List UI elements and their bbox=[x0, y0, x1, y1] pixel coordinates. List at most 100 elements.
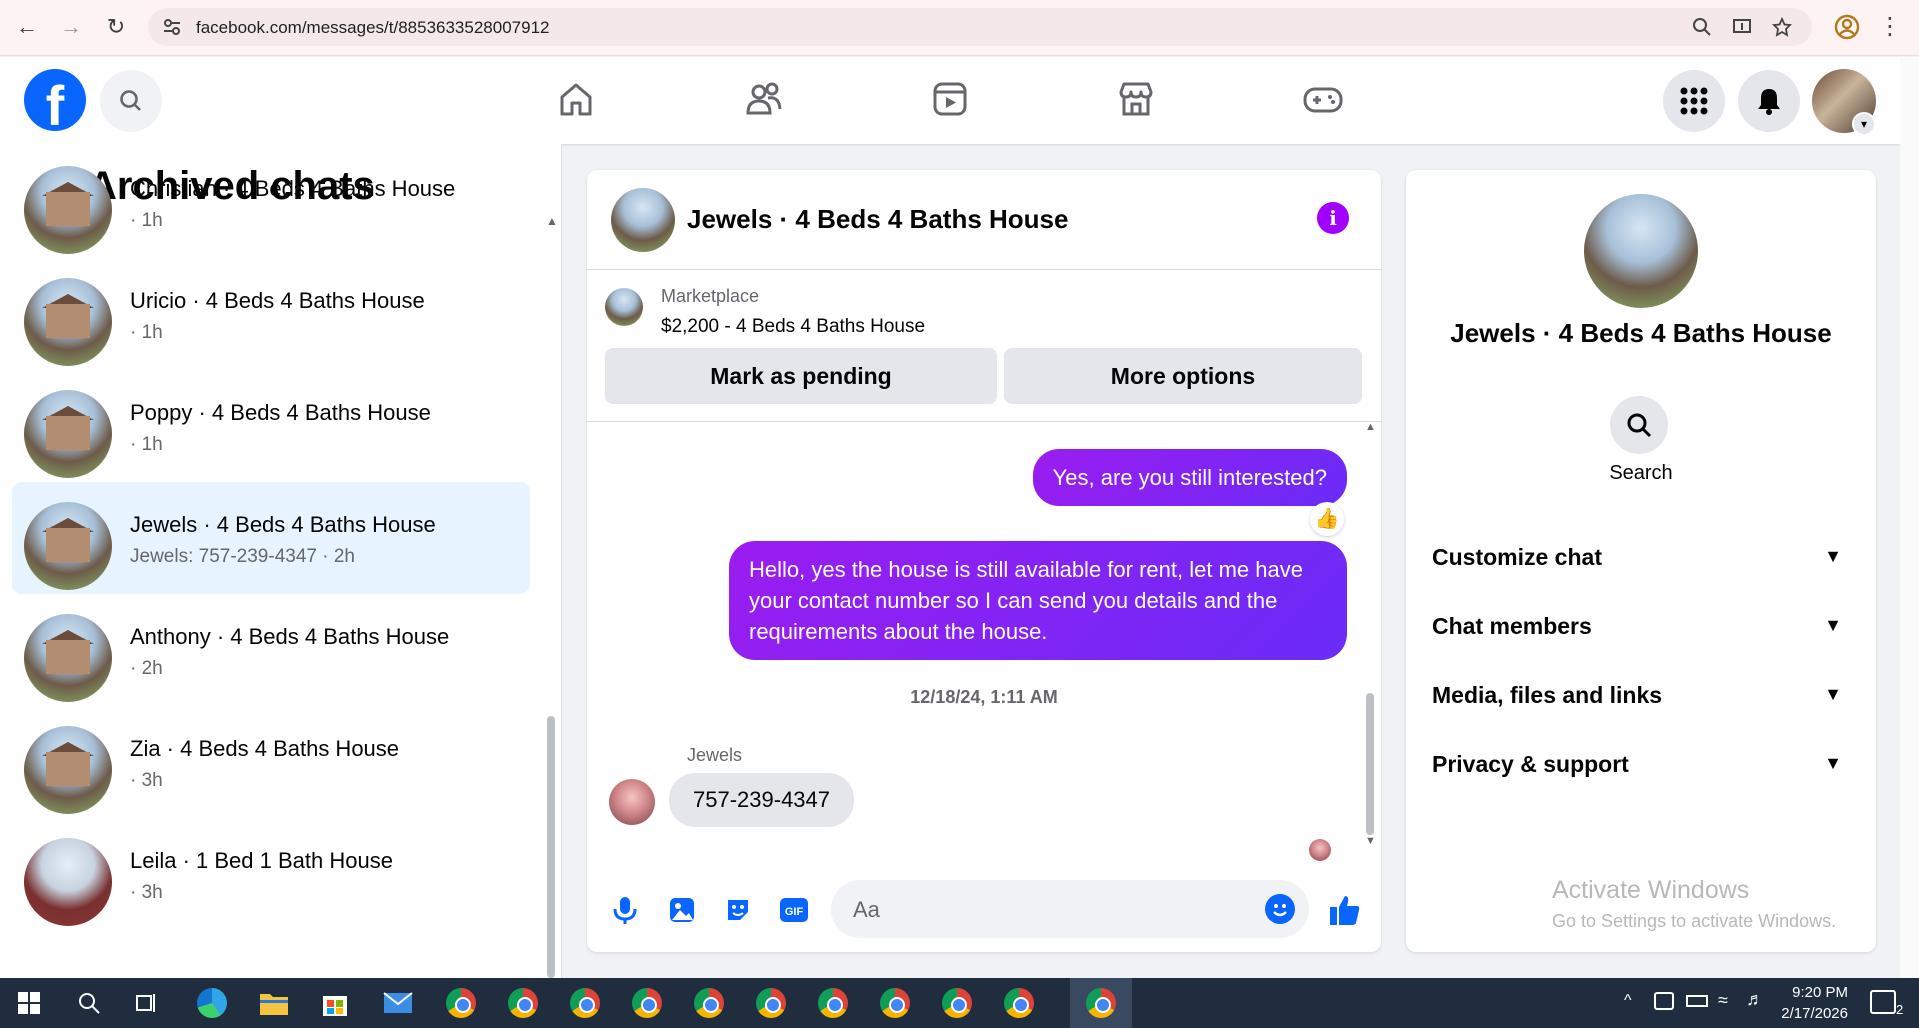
windows-start-icon[interactable] bbox=[12, 987, 46, 1019]
chrome-icon[interactable] bbox=[754, 987, 788, 1019]
tab-friends[interactable] bbox=[736, 74, 792, 124]
tray-app-icon[interactable] bbox=[1654, 992, 1674, 1010]
friends-icon bbox=[746, 82, 782, 115]
chrome-icon[interactable] bbox=[568, 987, 602, 1019]
back-icon[interactable]: ← bbox=[12, 12, 42, 42]
scroll-up-arrow-icon[interactable]: ▲ bbox=[546, 214, 558, 228]
media-files-links-section[interactable]: Media, files and links ▼ bbox=[1424, 666, 1858, 722]
file-explorer-icon[interactable] bbox=[257, 987, 291, 1019]
photo-icon[interactable] bbox=[664, 892, 700, 928]
browser-profile-icon[interactable] bbox=[1834, 14, 1860, 40]
page-scrollbar[interactable] bbox=[1900, 57, 1919, 978]
chrome-icon[interactable] bbox=[940, 987, 974, 1019]
message-input[interactable]: Aa bbox=[831, 880, 1309, 938]
chat-row-uricio[interactable]: Uricio · 4 Beds 4 Baths House · 1h bbox=[12, 258, 530, 370]
tray-chevron-up-icon[interactable]: ^ bbox=[1624, 992, 1632, 1010]
task-view-icon[interactable] bbox=[130, 987, 164, 1019]
conversation-avatar[interactable] bbox=[611, 188, 675, 252]
battery-icon[interactable] bbox=[1686, 995, 1708, 1007]
incoming-message[interactable]: 757-239-4347 bbox=[669, 773, 855, 827]
tab-home[interactable] bbox=[548, 74, 604, 124]
store-icon[interactable] bbox=[318, 987, 352, 1019]
chrome-icon[interactable] bbox=[630, 987, 664, 1019]
privacy-support-section[interactable]: Privacy & support ▼ bbox=[1424, 735, 1858, 791]
install-app-icon[interactable] bbox=[1732, 17, 1752, 37]
facebook-logo-icon[interactable]: f bbox=[24, 69, 86, 131]
chat-row-leila[interactable]: Leila · 1 Bed 1 Bath House · 3h bbox=[12, 818, 530, 930]
chat-list: Christian · 4 Beds 4 Baths House · 1h Ur… bbox=[12, 166, 530, 930]
info-icon[interactable]: i bbox=[1317, 202, 1349, 234]
notifications-button[interactable] bbox=[1738, 70, 1800, 132]
listing-title[interactable]: $2,200 - 4 Beds 4 Baths House bbox=[661, 316, 925, 338]
watermark-line-1: Activate Windows bbox=[1552, 876, 1750, 904]
chat-list-scrollbar[interactable]: ▲ ▼ bbox=[545, 214, 558, 978]
chevron-down-icon: ▼ bbox=[1824, 546, 1842, 566]
site-info-icon[interactable] bbox=[162, 17, 182, 37]
gif-icon[interactable]: GIF bbox=[776, 892, 812, 928]
chrome-icon[interactable] bbox=[444, 987, 478, 1019]
forward-icon[interactable]: → bbox=[56, 12, 86, 42]
chat-meta: · 1h bbox=[130, 322, 163, 343]
chat-row-anthony[interactable]: Anthony · 4 Beds 4 Baths House · 2h bbox=[12, 594, 530, 706]
url-text[interactable]: facebook.com/messages/t/8853633528007912 bbox=[196, 18, 549, 38]
tab-marketplace[interactable] bbox=[1108, 74, 1164, 124]
account-chevron-down-icon[interactable]: ▾ bbox=[1852, 112, 1876, 136]
chat-members-section[interactable]: Chat members ▼ bbox=[1424, 597, 1858, 653]
address-bar[interactable]: facebook.com/messages/t/8853633528007912 bbox=[148, 8, 1812, 46]
reload-icon[interactable]: ↻ bbox=[101, 12, 131, 42]
search-icon bbox=[120, 90, 141, 111]
clock-time: 9:20 PM bbox=[1792, 984, 1848, 1001]
scroll-up-arrow-icon[interactable]: ▲ bbox=[1365, 421, 1376, 433]
scroll-down-arrow-icon[interactable]: ▼ bbox=[1365, 835, 1376, 847]
chat-row-christian[interactable]: Christian · 4 Beds 4 Baths House · 1h bbox=[12, 146, 530, 258]
chrome-icon[interactable] bbox=[1084, 987, 1118, 1019]
browser-menu-icon[interactable]: ⋮ bbox=[1878, 12, 1902, 41]
emoji-icon[interactable] bbox=[1265, 894, 1295, 924]
sender-avatar[interactable] bbox=[609, 779, 655, 825]
conversation-title[interactable]: Jewels · 4 Beds 4 Baths House bbox=[687, 204, 1068, 235]
facebook-search-button[interactable] bbox=[100, 70, 162, 132]
chat-row-zia[interactable]: Zia · 4 Beds 4 Baths House · 3h bbox=[12, 706, 530, 818]
chat-thumbnail bbox=[24, 726, 112, 814]
chat-row-poppy[interactable]: Poppy · 4 Beds 4 Baths House · 1h bbox=[12, 370, 530, 482]
sticker-icon[interactable] bbox=[720, 892, 756, 928]
chrome-icon[interactable] bbox=[692, 987, 726, 1019]
details-search-button[interactable] bbox=[1610, 396, 1668, 454]
customize-chat-section[interactable]: Customize chat ▼ bbox=[1424, 528, 1858, 584]
menu-button[interactable] bbox=[1663, 70, 1725, 132]
tab-gaming[interactable] bbox=[1295, 74, 1351, 124]
scrollbar-thumb[interactable] bbox=[1366, 693, 1374, 835]
chrome-icon[interactable] bbox=[506, 987, 540, 1019]
chrome-icon[interactable] bbox=[878, 987, 912, 1019]
outgoing-message[interactable]: Yes, are you still interested? bbox=[1032, 449, 1347, 506]
mark-as-pending-button[interactable]: Mark as pending bbox=[605, 348, 997, 404]
scrollbar-thumb[interactable] bbox=[547, 716, 555, 978]
edge-icon[interactable] bbox=[195, 987, 229, 1019]
details-search-label: Search bbox=[1609, 462, 1673, 484]
thread-scrollbar[interactable]: ▲ ▼ bbox=[1363, 421, 1377, 853]
like-thumbs-up-icon[interactable] bbox=[1327, 892, 1363, 928]
chat-meta: · 3h bbox=[130, 882, 163, 903]
apps-grid-icon bbox=[1680, 87, 1708, 115]
bookmark-star-icon[interactable] bbox=[1772, 17, 1792, 37]
taskbar-search-icon[interactable] bbox=[72, 987, 106, 1019]
section-label: Chat members bbox=[1432, 613, 1592, 639]
tab-video[interactable] bbox=[922, 74, 978, 124]
chrome-icon[interactable] bbox=[816, 987, 850, 1019]
section-label: Privacy & support bbox=[1432, 751, 1629, 777]
chrome-icon[interactable] bbox=[1002, 987, 1036, 1019]
wifi-icon[interactable]: ≈ bbox=[1718, 990, 1728, 1011]
chat-details-panel: Jewels · 4 Beds 4 Baths House Search Cus… bbox=[1406, 170, 1876, 952]
notification-center-icon[interactable] bbox=[1870, 990, 1896, 1014]
listing-thumbnail[interactable] bbox=[605, 288, 643, 326]
reaction-thumbs-up-icon[interactable]: 👍 bbox=[1310, 502, 1344, 536]
zoom-icon[interactable] bbox=[1692, 17, 1712, 37]
taskbar-clock[interactable]: 9:20 PM 2/17/2026 bbox=[1756, 982, 1848, 1024]
outgoing-message[interactable]: Hello, yes the house is still available … bbox=[729, 541, 1347, 660]
chat-row-jewels[interactable]: Jewels · 4 Beds 4 Baths House Jewels: 75… bbox=[12, 482, 530, 594]
mail-icon[interactable] bbox=[381, 987, 415, 1019]
details-avatar[interactable] bbox=[1584, 194, 1698, 308]
more-options-button[interactable]: More options bbox=[1004, 348, 1362, 404]
microphone-icon[interactable] bbox=[607, 892, 643, 928]
chevron-down-icon: ▼ bbox=[1824, 753, 1842, 773]
